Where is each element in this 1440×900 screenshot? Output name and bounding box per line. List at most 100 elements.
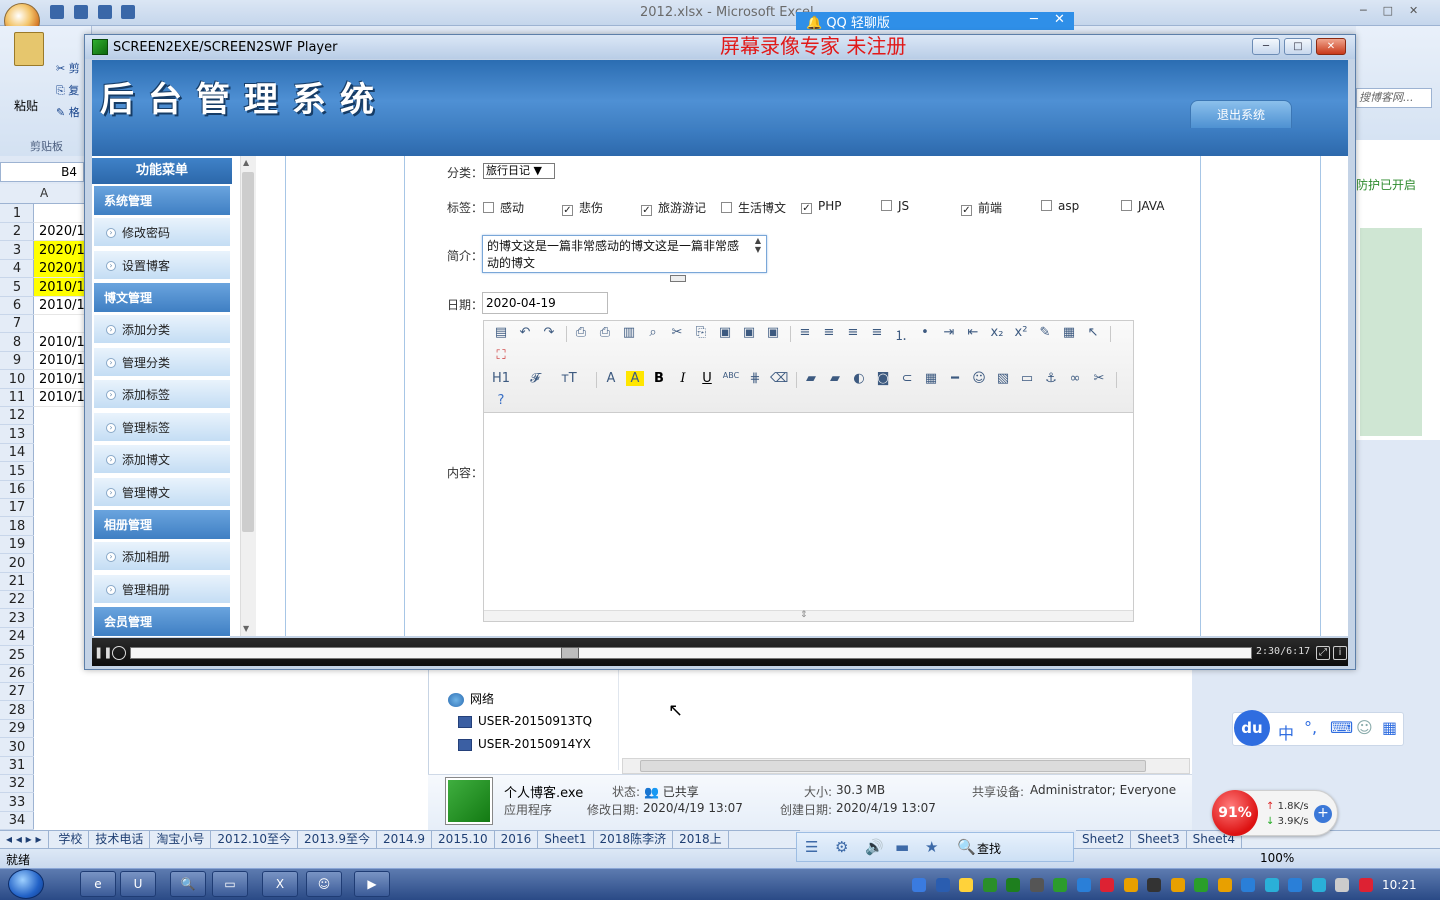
cut-button[interactable]: ✂ 剪	[56, 60, 80, 76]
help-tray-icon[interactable]	[935, 878, 950, 892]
sheet-tab[interactable]: 淘宝小号	[150, 831, 212, 848]
sheet-tab[interactable]: 2015.10	[432, 831, 495, 848]
row-header[interactable]: 24	[0, 627, 34, 647]
undo-icon[interactable]: ↶	[516, 325, 534, 340]
sheet-tab[interactable]: 2018上	[673, 831, 729, 848]
row-header[interactable]: 23	[0, 609, 34, 628]
align-right-icon[interactable]: ≡	[844, 325, 862, 340]
row-header[interactable]: 12	[0, 406, 34, 426]
emoticon-icon[interactable]: ☺	[970, 371, 988, 386]
row-header[interactable]: 9	[0, 351, 34, 371]
unlink-icon[interactable]: ✂	[1090, 371, 1108, 386]
tag-option[interactable]: ✓ 悲伤	[562, 199, 603, 216]
intro-scrollbar[interactable]: ▲ ▼	[750, 236, 766, 272]
taskbar-player-icon[interactable]: ▶	[354, 871, 390, 897]
print-preview-icon[interactable]	[121, 4, 136, 19]
redo-icon[interactable]	[97, 4, 112, 19]
progress-track[interactable]	[130, 647, 1252, 659]
row-header[interactable]: 27	[0, 682, 34, 702]
row-header[interactable]: 3	[0, 241, 34, 260]
taskbar-avatar-icon[interactable]: ☺	[306, 871, 342, 897]
row-header[interactable]: 34	[0, 811, 34, 831]
qq-tray-icon[interactable]	[1100, 878, 1114, 892]
sidebar-item[interactable]: › 修改密码	[94, 218, 230, 248]
tag-option[interactable]: JS	[881, 199, 909, 213]
tag-option[interactable]: 感动	[483, 199, 524, 216]
sidebar-item[interactable]: › 管理博文	[94, 477, 230, 508]
checkbox-checked[interactable]: ✓	[961, 205, 972, 216]
sheet-tab[interactable]: 2013.9至今	[298, 831, 378, 848]
sidebar-item[interactable]: › 添加博文	[94, 445, 230, 475]
font-size-icon[interactable]: тT	[560, 371, 578, 386]
flash-icon[interactable]: ◐	[850, 371, 868, 386]
copy-button[interactable]: ⎘ 复	[56, 82, 79, 98]
player-close-button[interactable]: ✕	[1316, 38, 1346, 55]
source-icon[interactable]: ▤	[492, 325, 510, 340]
player-minimize-button[interactable]: ─	[1252, 38, 1280, 55]
line-height-icon[interactable]: ⋕	[746, 371, 764, 386]
anchor-icon[interactable]: ⚓	[1042, 371, 1060, 386]
row-header[interactable]: 11	[0, 388, 34, 407]
font-color-icon[interactable]: A	[602, 371, 620, 386]
outdent-icon[interactable]: ⇤	[964, 325, 982, 340]
sheet-tab[interactable]: Sheet3	[1131, 831, 1187, 848]
row-header[interactable]: 22	[0, 590, 34, 610]
qq-settings-icon[interactable]: ⚙	[835, 838, 848, 856]
checkbox-unchecked[interactable]	[483, 202, 494, 213]
car-tray-icon[interactable]	[1006, 878, 1020, 892]
row-header[interactable]: 8	[0, 333, 34, 352]
taskbar-uc-icon[interactable]: U	[120, 871, 156, 897]
tag-option[interactable]: ✓ 旅游游记	[641, 199, 706, 216]
sheet-tab[interactable]: 2014.9	[377, 831, 433, 848]
resize-handle[interactable]	[670, 275, 686, 282]
checkbox-unchecked[interactable]	[721, 202, 732, 213]
tag-option[interactable]: ✓ PHP	[801, 199, 842, 214]
hr-icon[interactable]: ━	[946, 371, 964, 386]
qq-close-icon[interactable]: ✕	[1054, 12, 1065, 27]
row-header[interactable]: 21	[0, 572, 34, 591]
media-icon[interactable]: ◙	[874, 371, 892, 386]
qq-sound-icon[interactable]: 🔊	[865, 838, 884, 856]
row-header[interactable]: 32	[0, 774, 34, 794]
format-painter-button[interactable]: ✎ 格	[56, 104, 80, 120]
row-header[interactable]: 30	[0, 738, 34, 757]
sheet-tab[interactable]: 学校	[52, 831, 90, 848]
intro-textarea[interactable]: 的博文这是一篇非常感动的博文这是一篇非常感动的博文	[482, 235, 767, 273]
subscript-icon[interactable]: x₂	[988, 325, 1006, 340]
paste-word-icon[interactable]: ▣	[764, 325, 782, 340]
network-tray-icon[interactable]	[1311, 878, 1326, 892]
row-header[interactable]: 17	[0, 498, 34, 518]
plus-tray-icon[interactable]	[1194, 878, 1208, 892]
row-header[interactable]: 7	[0, 314, 34, 334]
qq-tray-icon[interactable]	[1123, 878, 1138, 892]
row-header[interactable]: 16	[0, 480, 34, 499]
sheet-tab[interactable]: 2016	[495, 831, 539, 848]
security-tray-icon[interactable]	[1076, 878, 1091, 892]
pause-icon[interactable]: ❚❚	[94, 646, 112, 660]
paste-label[interactable]: 粘贴	[14, 97, 38, 114]
search-tray-icon[interactable]	[1217, 878, 1232, 892]
image-icon[interactable]: ▰	[802, 371, 820, 386]
record-icon[interactable]	[112, 646, 126, 660]
name-box[interactable]: B4	[0, 162, 84, 182]
taskbar-search-icon[interactable]: 🔍	[170, 871, 206, 897]
paste-icon[interactable]: ▣	[716, 325, 734, 340]
fullscreen-editor-icon[interactable]: ⛶	[492, 348, 510, 363]
row-header[interactable]: 28	[0, 701, 34, 720]
sidebar-section-header[interactable]: 会员管理	[94, 607, 230, 637]
row-header[interactable]: 20	[0, 554, 34, 573]
row-header[interactable]: 1	[0, 204, 34, 223]
table-icon[interactable]: ▦	[922, 371, 940, 386]
link-icon[interactable]: ∞	[1066, 371, 1084, 386]
underline-icon[interactable]: U	[698, 371, 716, 386]
save-icon[interactable]	[50, 4, 64, 19]
qq-menu-icon[interactable]: ☰	[805, 838, 818, 856]
info-icon[interactable]: i	[1333, 646, 1347, 660]
highlight-icon[interactable]: A	[626, 371, 644, 386]
sheet-tab[interactable]: Sheet2	[1076, 831, 1132, 848]
maximize-icon[interactable]: □	[1383, 4, 1393, 20]
tag-option[interactable]: asp	[1041, 199, 1079, 213]
row-header[interactable]: 26	[0, 664, 34, 683]
punctuation-icon[interactable]: °,	[1304, 718, 1317, 737]
find-icon[interactable]: ⌕	[644, 325, 662, 340]
